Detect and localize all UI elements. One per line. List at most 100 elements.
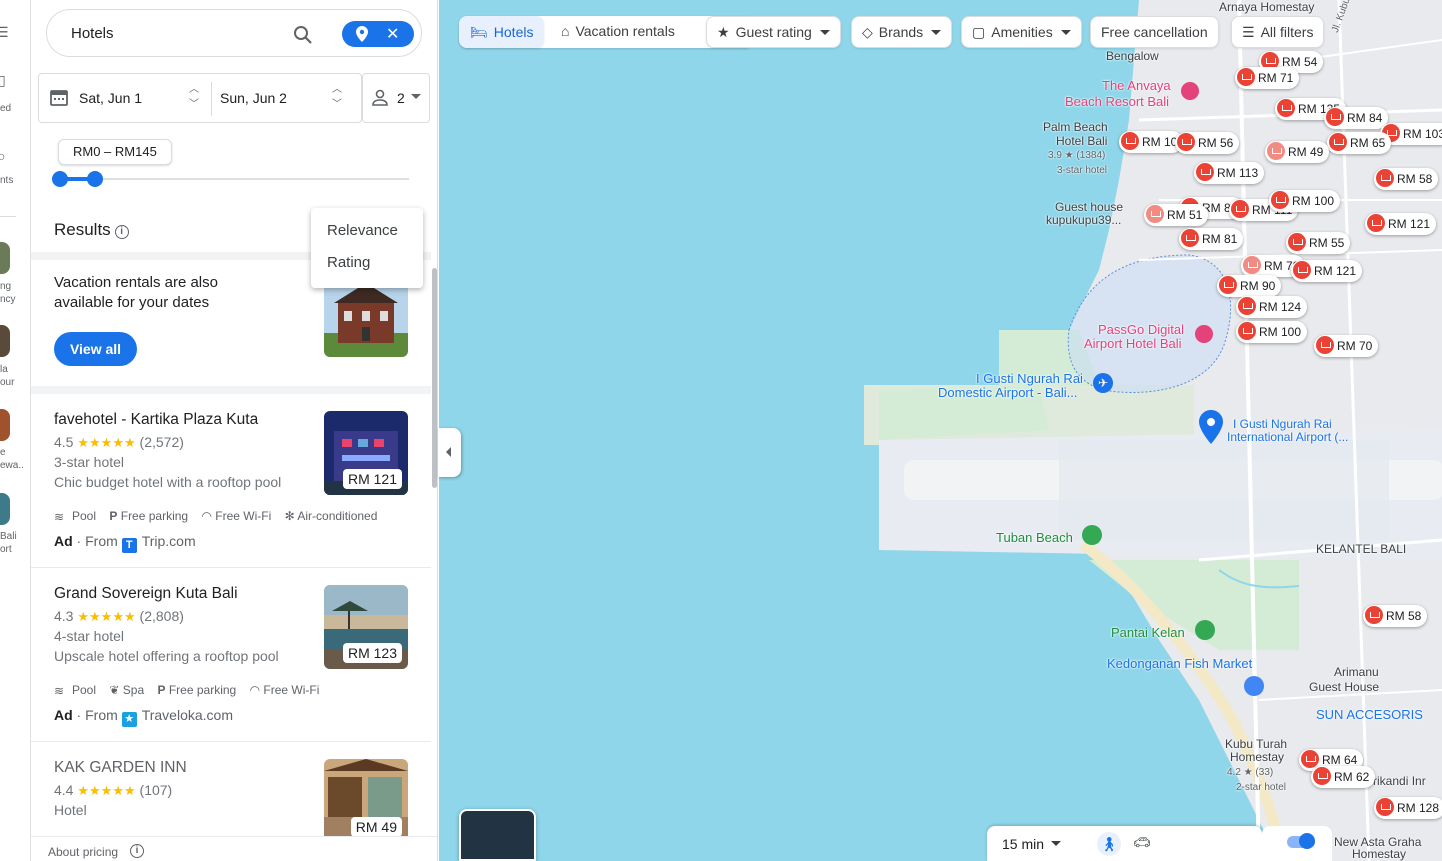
price-marker[interactable]: RM 58 [1363, 605, 1428, 627]
price-marker[interactable]: RM 128 [1374, 797, 1442, 819]
price-marker[interactable]: RM 71 [1235, 67, 1300, 89]
info-icon[interactable]: i [130, 844, 144, 858]
close-icon[interactable]: ✕ [386, 24, 399, 44]
map-label[interactable]: Domestic Airport - Bali... [938, 386, 1077, 399]
price-marker[interactable]: RM 121 [1365, 213, 1437, 235]
travel-time-select[interactable]: 15 min [1002, 836, 1044, 852]
price-marker[interactable]: RM 56 [1175, 132, 1240, 154]
hotel-card[interactable]: KAK GARDEN INN 4.4 ★★★★★ (107) Hotel RM … [31, 742, 431, 843]
menu-icon[interactable]: ☰ [0, 24, 9, 41]
hotel-name[interactable]: favehotel - Kartika Plaza Kuta [54, 411, 258, 429]
check-in-field[interactable]: Sat, Jun 1 ︿ ﹀ [39, 74, 211, 122]
map-label[interactable]: Kedonganan Fish Market [1107, 657, 1252, 670]
price-marker[interactable]: RM 58 [1374, 168, 1439, 190]
collapse-panel-button[interactable] [438, 428, 461, 477]
sort-option-relevance[interactable]: Relevance [327, 222, 398, 239]
price-marker[interactable]: RM 65 [1327, 132, 1392, 154]
map-label[interactable]: Homestay [1352, 848, 1406, 861]
map-label[interactable]: Homestay [1230, 751, 1284, 764]
filter-guest-rating[interactable]: ★ Guest rating [706, 16, 841, 48]
car-icon[interactable]: 🚗︎ [1133, 834, 1151, 851]
check-out-field[interactable]: Sun, Jun 2 ︿ ﹀ [212, 74, 362, 122]
map-label[interactable]: Airport Hotel Bali [1084, 337, 1182, 350]
price-marker[interactable]: RM 81 [1179, 228, 1244, 250]
map-layers-button[interactable] [459, 809, 536, 861]
recent-thumb[interactable] [0, 242, 10, 274]
price-marker[interactable]: RM 124 [1236, 296, 1308, 318]
hotel-name[interactable]: KAK GARDEN INN [54, 759, 187, 777]
price-marker[interactable]: RM 55 [1286, 232, 1351, 254]
sort-option-rating[interactable]: Rating [327, 254, 370, 271]
hotel-image[interactable]: RM 49 [324, 759, 408, 843]
price-marker[interactable]: RM 84 [1324, 107, 1389, 129]
scrollbar[interactable] [432, 268, 437, 488]
filter-vacation-rentals[interactable]: ⌂ Vacation rentals [551, 16, 685, 48]
toggle-switch[interactable] [1262, 826, 1332, 861]
filter-amenities[interactable]: ▢ Amenities [961, 16, 1082, 48]
recent-thumb[interactable] [0, 493, 10, 525]
price-slider-track[interactable] [61, 178, 409, 180]
search-box[interactable]: Hotels ✕ [46, 9, 422, 57]
filter-brands[interactable]: ◇ Brands [851, 16, 953, 48]
recent-thumb[interactable] [0, 325, 10, 357]
filter-all[interactable]: ☰ All filters [1231, 16, 1325, 48]
price-marker[interactable]: RM 49 [1265, 141, 1330, 163]
about-pricing-bar[interactable]: About pricing i [31, 836, 437, 861]
map-label[interactable]: SUN ACCESORIS [1316, 708, 1423, 721]
map-label[interactable]: Beach Resort Bali [1065, 95, 1169, 108]
hotel-image[interactable]: RM 121 [324, 411, 408, 495]
price-marker[interactable]: RM 90 [1217, 275, 1282, 297]
beach-pin-icon[interactable] [1195, 620, 1215, 640]
map-label[interactable]: The Anvaya [1102, 79, 1171, 92]
hotel-name[interactable]: Grand Sovereign Kuta Bali [54, 585, 238, 603]
search-icon[interactable] [291, 23, 315, 47]
toggle-knob[interactable] [1299, 833, 1315, 849]
rail-icon[interactable]: ▯ [0, 72, 6, 89]
walking-icon[interactable]: 🚶︎ [1097, 832, 1121, 856]
shopping-pin-icon[interactable] [1244, 676, 1264, 696]
hotel-pin-icon[interactable] [1181, 82, 1199, 100]
ad-source-row[interactable]: Ad · From ★ Traveloka.com [54, 707, 233, 727]
map-label[interactable]: Arnaya Homestay [1219, 1, 1314, 14]
beach-pin-icon[interactable] [1082, 525, 1102, 545]
price-marker[interactable]: RM 100 [1269, 190, 1341, 212]
hotel-card[interactable]: Grand Sovereign Kuta Bali 4.3 ★★★★★ (2,8… [31, 568, 431, 742]
price-marker[interactable]: RM 121 [1291, 260, 1363, 282]
hotel-image[interactable]: RM 123 [324, 585, 408, 669]
price-marker[interactable]: RM 100 [1236, 321, 1308, 343]
map-label[interactable]: kupukupu39... [1046, 214, 1121, 227]
map-canvas[interactable]: Arnaya Homestay Bengalow The Anvaya Beac… [439, 0, 1442, 861]
price-min-handle[interactable] [52, 171, 68, 187]
price-marker[interactable]: RM 70 [1314, 335, 1379, 357]
price-max-handle[interactable] [87, 171, 103, 187]
map-label[interactable]: Guest House [1309, 681, 1379, 694]
filter-free-cancellation[interactable]: Free cancellation [1090, 16, 1219, 48]
price-marker[interactable]: RM 51 [1144, 204, 1209, 226]
location-pin-icon[interactable] [1199, 410, 1223, 449]
recent-thumb[interactable] [0, 409, 10, 441]
info-icon[interactable]: i [114, 225, 129, 239]
price-marker[interactable]: RM 10 [1119, 131, 1184, 153]
search-input[interactable]: Hotels [71, 25, 114, 42]
check-in-stepper[interactable]: ︿ ﹀ [189, 82, 199, 112]
map-label[interactable]: Bengalow [1106, 50, 1159, 63]
hotel-card[interactable]: favehotel - Kartika Plaza Kuta 4.5 ★★★★★… [31, 394, 431, 568]
rail-icon[interactable]: ○ [0, 148, 5, 164]
check-out-stepper[interactable]: ︿ ﹀ [332, 82, 342, 112]
ad-source-row[interactable]: Ad · From T Trip.com [54, 533, 196, 553]
filter-hotels[interactable]: 🛏︎ Hotels [459, 16, 545, 48]
guests-selector[interactable]: 2 [362, 73, 430, 123]
map-label[interactable]: Pantai Kelan [1111, 626, 1185, 639]
location-chip[interactable]: ✕ [342, 21, 414, 47]
about-pricing-label[interactable]: About pricing [48, 845, 118, 859]
map-label[interactable]: Tuban Beach [996, 531, 1073, 544]
map-label[interactable]: International Airport (... [1227, 431, 1348, 444]
airplane-icon[interactable]: ✈ [1093, 373, 1113, 393]
map-label[interactable]: Palm Beach [1043, 121, 1108, 134]
map-label[interactable]: Arimanu [1334, 666, 1379, 679]
map-label[interactable]: I Gusti Ngurah Rai [976, 372, 1083, 385]
price-marker[interactable]: RM 113 [1194, 162, 1265, 184]
map-label[interactable]: PassGo Digital [1098, 323, 1184, 336]
view-all-button[interactable]: View all [54, 332, 137, 366]
hotel-pin-icon[interactable] [1195, 325, 1213, 343]
